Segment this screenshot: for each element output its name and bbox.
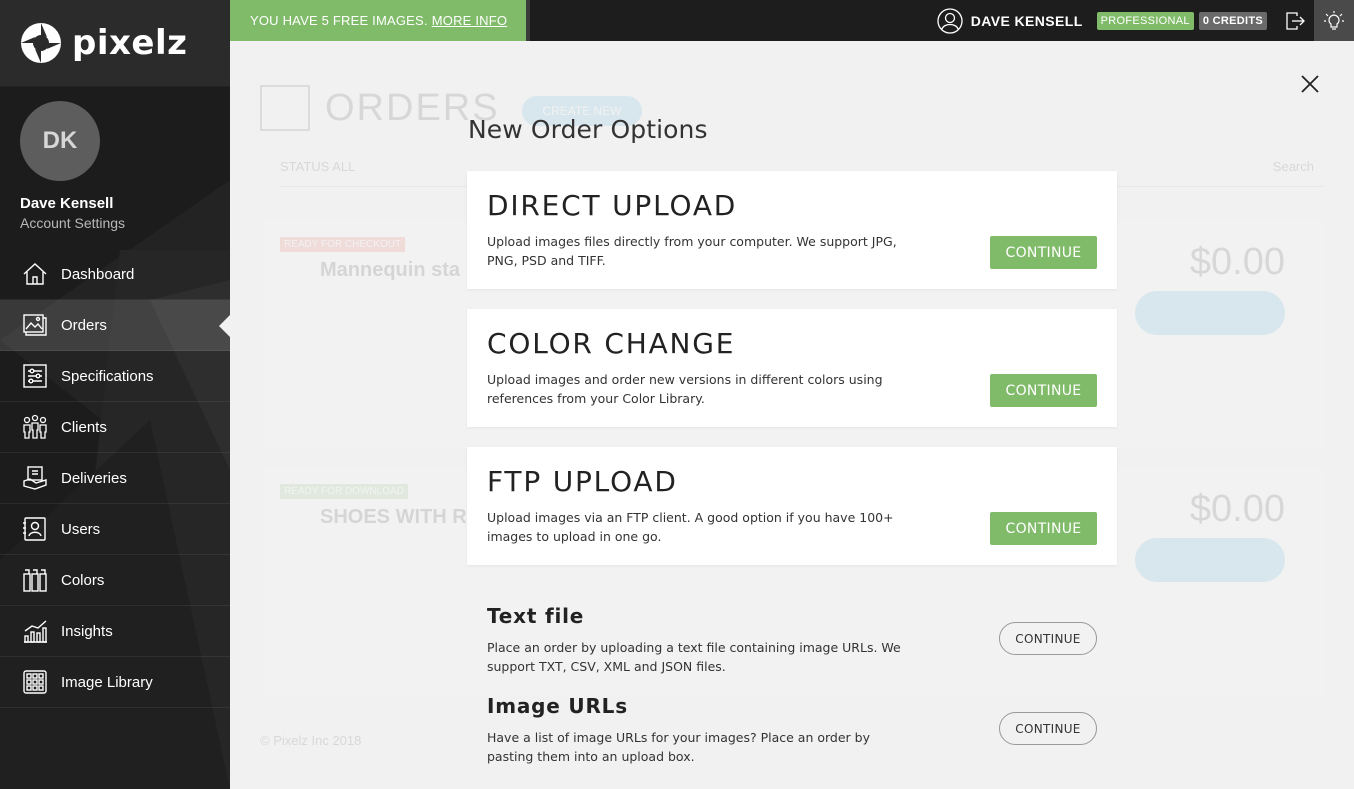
option-title: Text file [487, 604, 585, 628]
sliders-icon [22, 363, 48, 389]
place-order-button [1135, 291, 1285, 335]
sidebar-item-clients[interactable]: Clients [0, 402, 230, 453]
promo-text: YOU HAVE 5 FREE IMAGES. [250, 13, 428, 28]
image-urls-continue-button[interactable]: CONTINUE [999, 712, 1097, 745]
sidebar-item-label: Specifications [61, 367, 154, 385]
option-color-change: COLOR CHANGE Upload images and order new… [467, 309, 1117, 427]
sidebar-item-users[interactable]: Users [0, 504, 230, 555]
brand-logo[interactable]: pixelz [0, 0, 230, 87]
plan-badge: PROFESSIONAL [1096, 11, 1194, 30]
option-title: Image URLs [487, 694, 628, 718]
option-description: Upload images files directly from your c… [487, 234, 897, 268]
sidebar-item-label: Colors [61, 571, 105, 589]
status-filter-label: STATUS [280, 159, 330, 174]
deliveries-icon [22, 465, 48, 491]
order-price: $0.00 [1189, 488, 1285, 530]
banner-divider [526, 0, 530, 41]
orders-icon [22, 312, 48, 338]
house-icon [22, 261, 48, 287]
credits-badge[interactable]: 0 CREDITS [1198, 11, 1267, 30]
user-icon[interactable] [937, 7, 963, 34]
sidebar-item-image-library[interactable]: Image Library [0, 657, 230, 708]
colors-icon [22, 567, 48, 593]
insights-icon [22, 618, 48, 644]
option-description: Upload images and order new versions in … [487, 372, 883, 406]
option-title: DIRECT UPLOAD [487, 189, 738, 222]
sidebar-item-colors[interactable]: Colors [0, 555, 230, 606]
orders-page-icon [260, 85, 310, 131]
user-name[interactable]: DAVE KENSELL [971, 13, 1083, 29]
sidebar-item-label: Users [61, 520, 101, 538]
tips-button[interactable] [1314, 0, 1354, 41]
ftp-upload-continue-button[interactable]: CONTINUE [990, 512, 1097, 545]
avatar[interactable]: DK [20, 101, 100, 181]
sidebar-item-deliveries[interactable]: Deliveries [0, 453, 230, 504]
option-description: Place an order by uploading a text file … [487, 640, 901, 674]
sidebar-item-label: Orders [61, 316, 107, 334]
orders-search: Search [1272, 159, 1314, 174]
option-text-file: Text file Place an order by uploading a … [467, 604, 1117, 684]
free-images-banner: YOU HAVE 5 FREE IMAGES. MORE INFO [230, 0, 526, 41]
profile: DK Dave Kensell Account Settings [0, 87, 230, 249]
order-name: Mannequin sta [320, 259, 461, 281]
sidebar-item-label: Insights [61, 622, 113, 640]
sidebar-item-insights[interactable]: Insights [0, 606, 230, 657]
pixelz-logo-icon [21, 23, 61, 63]
order-price: $0.00 [1189, 241, 1285, 283]
top-bar: YOU HAVE 5 FREE IMAGES. MORE INFO DAVE K… [230, 0, 1354, 41]
profile-name: Dave Kensell [20, 195, 114, 212]
close-icon[interactable] [1299, 73, 1321, 95]
option-description: Have a list of image URLs for your image… [487, 730, 870, 764]
order-name: SHOES WITH R [320, 506, 467, 528]
order-status-tag: READY FOR CHECKOUT [280, 237, 406, 252]
option-title: COLOR CHANGE [487, 327, 736, 360]
sidebar-item-label: Clients [61, 418, 107, 436]
account-settings-link[interactable]: Account Settings [20, 215, 210, 231]
option-description: Upload images via an FTP client. A good … [487, 510, 894, 544]
text-file-continue-button[interactable]: CONTINUE [999, 622, 1097, 655]
color-change-continue-button[interactable]: CONTINUE [990, 374, 1097, 407]
status-filter-value: ALL [332, 159, 356, 174]
lightbulb-icon [1324, 10, 1344, 30]
sidebar: pixelz DK Dave Kensell Account Settings … [0, 0, 230, 789]
user-area: DAVE KENSELL PROFESSIONAL 0 CREDITS [937, 0, 1354, 41]
logout-button[interactable] [1278, 0, 1312, 41]
download-button [1135, 538, 1285, 582]
option-title: FTP UPLOAD [487, 465, 678, 498]
users-icon [22, 516, 48, 542]
option-direct-upload: DIRECT UPLOAD Upload images files direct… [467, 171, 1117, 289]
brand-name: pixelz [72, 23, 188, 63]
image-library-icon [22, 669, 48, 695]
logout-icon [1286, 11, 1305, 30]
order-status-tag: READY FOR DOWNLOAD [280, 484, 408, 499]
more-info-link[interactable]: MORE INFO [432, 13, 507, 28]
footer-copyright: © Pixelz Inc 2018 [260, 733, 362, 748]
sidebar-item-label: Dashboard [61, 265, 135, 283]
clients-icon [22, 414, 48, 440]
modal-title: New Order Options [468, 115, 708, 144]
sidebar-item-label: Deliveries [61, 469, 127, 487]
sidebar-nav: Dashboard Orders Specifications Clients … [0, 249, 230, 708]
sidebar-item-dashboard[interactable]: Dashboard [0, 249, 230, 300]
option-image-urls: Image URLs Have a list of image URLs for… [467, 694, 1117, 774]
sidebar-item-specifications[interactable]: Specifications [0, 351, 230, 402]
sidebar-item-label: Image Library [61, 673, 153, 691]
direct-upload-continue-button[interactable]: CONTINUE [990, 236, 1097, 269]
option-ftp-upload: FTP UPLOAD Upload images via an FTP clie… [467, 447, 1117, 565]
sidebar-item-orders[interactable]: Orders [0, 300, 230, 351]
